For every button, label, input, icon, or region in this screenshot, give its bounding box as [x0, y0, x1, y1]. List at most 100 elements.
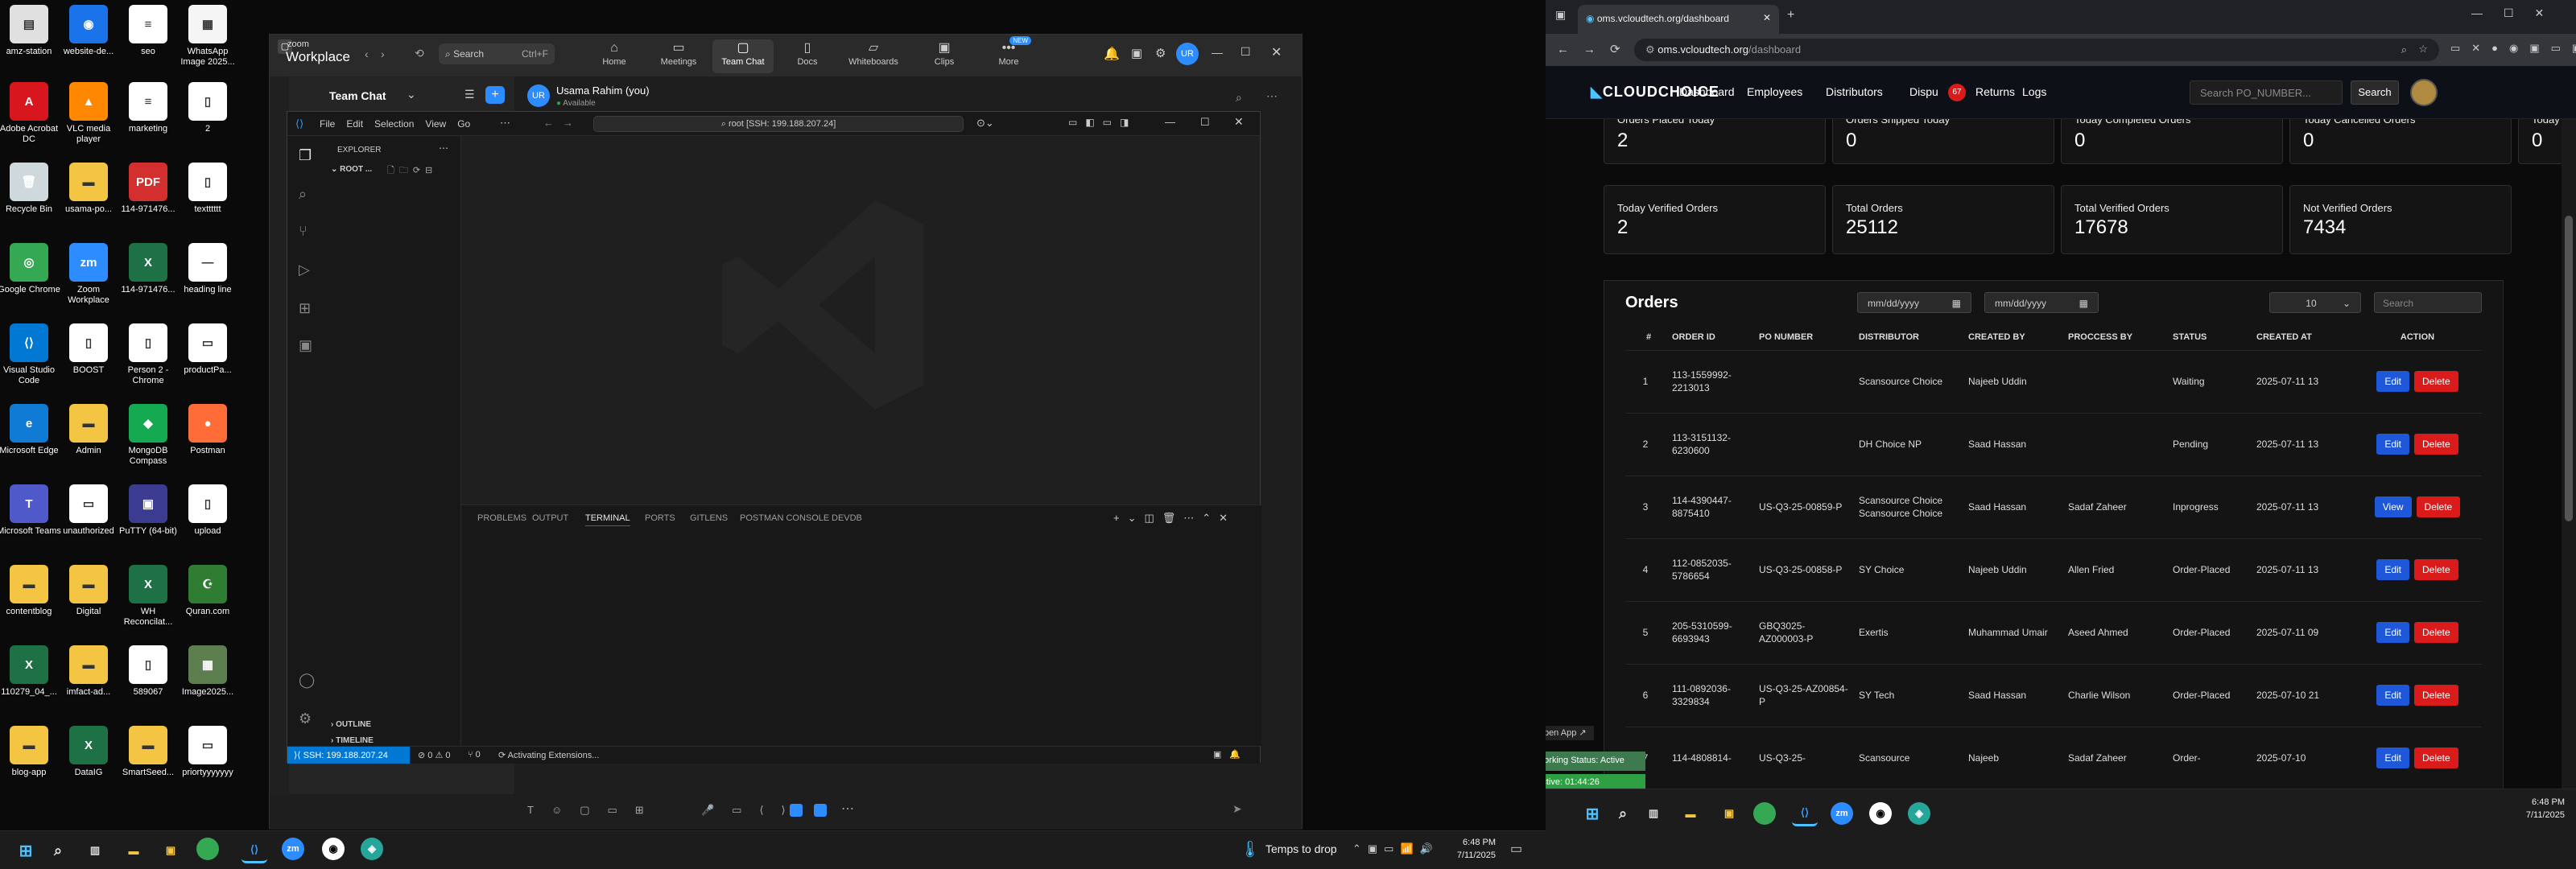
nav-distributors[interactable]: Distributors	[1826, 85, 1883, 98]
vscode-taskbar-icon[interactable]: ⟨⟩	[242, 838, 267, 863]
history-icon[interactable]: ⟲	[415, 47, 424, 60]
table-row[interactable]: 5 205-5310599-6693943 GBQ3025-AZ000003-P Ex…	[1625, 600, 2482, 664]
column-header[interactable]: #	[1625, 324, 1672, 350]
back-arrow-icon[interactable]: ←	[543, 117, 554, 129]
delete-button[interactable]: Delete	[2416, 496, 2461, 517]
desktop-icon[interactable]: A Adobe Acrobat DC	[0, 77, 58, 158]
nav-buttons[interactable]: ←→⟳	[1557, 42, 1635, 56]
chat-user-name[interactable]: Usama Rahim (you)	[556, 84, 650, 97]
settings-icon[interactable]: ⚙	[1155, 46, 1166, 60]
github-icon[interactable]: ◉	[1869, 802, 1892, 825]
zoom-taskbar-icon[interactable]: zm	[282, 838, 304, 860]
table-row[interactable]: 2 113-3151132-6230600 DH Choice NP Saad Has…	[1625, 412, 2482, 476]
desktop-icon[interactable]: ⟨⟩ Visual Studio Code	[0, 319, 58, 399]
desktop-icon[interactable]: ◎ Google Chrome	[0, 238, 60, 319]
store-icon[interactable]: ▣	[158, 838, 184, 863]
windows-start-icon[interactable]: ⊞	[13, 838, 39, 863]
desktop-icon[interactable]: ● Postman	[179, 399, 237, 480]
nav-employees[interactable]: Employees	[1747, 85, 1802, 98]
layout-icons[interactable]: ▭◧▭◨	[1068, 117, 1137, 128]
weather-text[interactable]: Temps to drop	[1265, 842, 1337, 855]
problems-count[interactable]: ⊘ 0 ⚠ 0	[418, 750, 450, 760]
zoom-nav-more[interactable]: ••• More NEW	[978, 36, 1039, 73]
github-icon[interactable]: ◉	[322, 838, 345, 860]
team-chat-title[interactable]: Team Chat	[329, 89, 386, 102]
desktop-icon[interactable]: ▯ BOOST	[60, 319, 118, 399]
extensions-icon[interactable]: ⊞	[299, 300, 311, 317]
table-row[interactable]: 3 114-4390447-8875410 US-Q3-25-00859-P Scan…	[1625, 475, 2482, 538]
menu-edit[interactable]: Edit	[346, 118, 363, 130]
panel-tab-problems[interactable]: PROBLEMS	[477, 513, 526, 523]
column-header[interactable]: PROCCESS BY	[2068, 324, 2173, 350]
menu-go[interactable]: Go	[457, 118, 470, 130]
vscode-taskbar-icon[interactable]: ⟨⟩	[1792, 801, 1818, 826]
menu-view[interactable]: View	[425, 118, 446, 130]
blue-app-icon[interactable]	[790, 804, 803, 817]
clock-time[interactable]: 6:48 PM	[2516, 797, 2565, 807]
forward-arrow-icon[interactable]: ›	[381, 47, 385, 60]
desktop-icon[interactable]: ▯ 589067	[119, 640, 177, 721]
source-control-icon[interactable]: ⑂	[299, 223, 308, 240]
edit-button[interactable]: Edit	[2376, 622, 2409, 643]
url-bar[interactable]: ⚙ oms.vcloudtech.org/dashboard ⌕ ☆	[1634, 39, 2439, 61]
desktop-icon[interactable]: ▭ productPa...	[179, 319, 237, 399]
column-header[interactable]: PO NUMBER	[1759, 324, 1859, 350]
app-taskbar-icon[interactable]: ◈	[1908, 802, 1930, 825]
edit-button[interactable]: Edit	[2376, 559, 2409, 580]
account-icon[interactable]: ◯	[299, 672, 315, 689]
window-controls[interactable]: —☐✕	[2471, 6, 2565, 20]
desktop-icon[interactable]: ▯ textttttt	[179, 158, 237, 238]
close-icon[interactable]: ✕	[1234, 115, 1244, 129]
column-header[interactable]: DISTRIBUTOR	[1859, 324, 1968, 350]
timeline-section[interactable]: › TIMELINE	[331, 736, 374, 745]
composer-tools[interactable]: T☺▢▭⊞	[527, 804, 662, 817]
view-button[interactable]: View	[2374, 496, 2412, 517]
desktop-icon[interactable]: zm Zoom Workplace	[60, 238, 118, 319]
search-icon[interactable]: ⌕	[1610, 801, 1636, 826]
edit-button[interactable]: Edit	[2376, 434, 2409, 455]
desktop-icon[interactable]: ▤ amz-station	[0, 0, 58, 80]
desktop-icon[interactable]: ≡ seo	[119, 0, 177, 80]
clock-date[interactable]: 7/11/2025	[1454, 850, 1496, 860]
status-right-icons[interactable]: ▣🔔	[1213, 749, 1249, 760]
more-icon[interactable]: ⋯	[1266, 89, 1278, 103]
copilot-icon[interactable]: ⊙⌄	[976, 117, 994, 130]
desktop-icon[interactable]: ▭ unauthorized	[60, 480, 118, 560]
filter-icon[interactable]: ☰	[464, 88, 475, 101]
chevron-down-icon[interactable]: ⌄	[407, 88, 416, 101]
new-tab-button[interactable]: +	[1787, 8, 1794, 23]
delete-button[interactable]: Delete	[2414, 685, 2458, 706]
explorer-icon[interactable]: ❐	[299, 147, 312, 164]
extension-icons[interactable]: ▭✕●◉▣▭▣◧	[2450, 42, 2576, 55]
desktop-icon[interactable]: ◆ MongoDB Compass	[119, 399, 177, 480]
panel-tab-ports[interactable]: PORTS	[645, 513, 675, 523]
tray-icons[interactable]: ⌃▣▭📶🔊	[1352, 842, 1439, 855]
send-icon[interactable]: ➤	[1232, 802, 1242, 816]
column-header[interactable]: STATUS	[2173, 324, 2256, 350]
nav-logs[interactable]: Logs	[2022, 85, 2046, 98]
desktop-icon[interactable]: ≡ marketing	[119, 77, 177, 158]
minimize-icon[interactable]: —	[1165, 116, 1175, 128]
table-row[interactable]: 1 113-1559992-2213013 Scansource Choice Naj…	[1625, 349, 2482, 413]
table-row[interactable]: 4 112-0852035-5786654 US-Q3-25-00858-P SY C…	[1625, 537, 2482, 601]
desktop-icon[interactable]: — heading line	[179, 238, 237, 319]
start-date-input[interactable]: mm/dd/yyyy ▦	[1857, 292, 1971, 313]
desktop-icon[interactable]: ▭ priortyyyyyyy	[179, 721, 237, 801]
desktop-icon[interactable]: ▯ upload	[179, 480, 237, 560]
tab-menu-icon[interactable]: ▣	[1555, 8, 1566, 22]
desktop-icon[interactable]: ▬ Admin	[60, 399, 118, 480]
edit-button[interactable]: Edit	[2376, 748, 2409, 769]
store-icon[interactable]: ▣	[1716, 801, 1742, 826]
desktop-icon[interactable]: ☪ Quran.com	[179, 560, 237, 640]
edit-button[interactable]: Edit	[2376, 685, 2409, 706]
delete-button[interactable]: Delete	[2414, 434, 2458, 455]
desktop-icon[interactable]: 🗑 Recycle Bin	[0, 158, 58, 238]
table-row[interactable]: 6 111-0892036-3329834 US-Q3-25-AZ00854-P SY…	[1625, 663, 2482, 727]
root-folder[interactable]: ⌄ ROOT ...	[331, 165, 372, 174]
avatar[interactable]: UR	[1176, 43, 1199, 65]
search-button[interactable]: Search	[2351, 80, 2399, 105]
back-arrow-icon[interactable]: ‹	[365, 47, 369, 60]
app-taskbar-icon[interactable]: ◈	[361, 838, 383, 860]
zoom-taskbar-icon[interactable]: zm	[1831, 802, 1853, 825]
panel-tab-postman-console[interactable]: POSTMAN CONSOLE	[740, 513, 829, 523]
